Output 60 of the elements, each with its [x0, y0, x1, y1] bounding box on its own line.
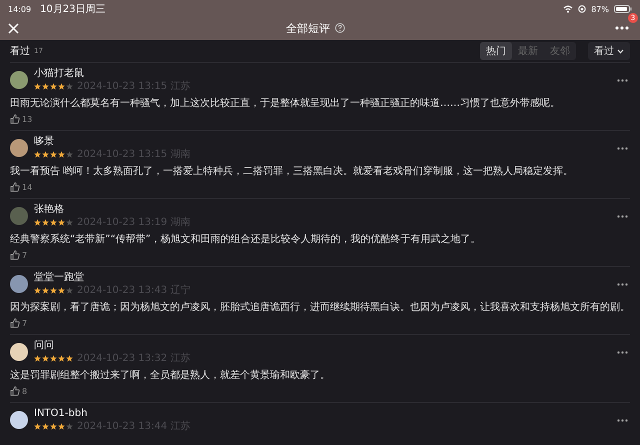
comment-more-button[interactable] — [615, 348, 630, 356]
comment-more-button[interactable] — [615, 144, 630, 152]
avatar — [10, 343, 28, 361]
watched-label: 看过 — [10, 44, 30, 58]
like-count: 14 — [22, 182, 32, 192]
more-icon — [617, 214, 628, 218]
like-count: 13 — [22, 114, 32, 124]
comment-text: 经典警察系统“老带新”“传帮带”，杨旭文和田雨的组合还是比较令人期待的，我的优酷终于有用武之地了。 — [10, 233, 482, 246]
sort-tab[interactable]: 最新 — [512, 42, 544, 60]
status-date: 10月23日周三 — [40, 3, 106, 16]
comment-text: 因为探案剧，看了唐诡；因为杨旭文的卢凌风，胚胎式追唐诡西行，进而继续期待黑白诀。也因为卢凌风，让我喜欢和支持杨旭文所有的剧。 — [10, 301, 630, 314]
more-icon — [617, 282, 628, 286]
comment-text: 我一看预告 哟呵！太多熟面孔了，一搭爱上特种兵，二搭罚罪，三搭黑白决。就爱看老戏骨们穿制服，这一把熟人局稳定发挥。 — [10, 165, 574, 178]
user-name: INTO1-bbh — [34, 408, 88, 420]
thumbs-up-icon — [10, 182, 20, 192]
thumbs-up-icon — [10, 386, 20, 396]
comment-more-button[interactable] — [615, 416, 630, 424]
user-name: 问问 — [34, 340, 55, 352]
user-name: 小猫打老鼠 — [34, 68, 85, 80]
comment-more-button[interactable] — [615, 280, 630, 288]
avatar — [10, 275, 28, 293]
like-button[interactable]: 14 — [10, 182, 32, 192]
like-button[interactable]: 8 — [10, 386, 28, 396]
sort-tab[interactable]: 友邻 — [544, 42, 576, 60]
like-count: 7 — [22, 250, 28, 260]
more-icon — [617, 78, 628, 82]
thumbs-up-icon — [10, 114, 20, 124]
comment-text: 田雨无论演什么都莫名有一种骚气，加上这次比较正直，于是整体就呈现出了一种骚正骚正的味道……习惯了也意外带感呢。 — [10, 97, 561, 110]
status-time: 14:09 — [8, 4, 32, 14]
like-count: 8 — [22, 386, 28, 396]
user-name: 哆景 — [34, 136, 55, 148]
avatar — [10, 139, 28, 157]
user-name: 张艳格 — [34, 204, 65, 216]
caret-icon — [617, 48, 624, 54]
help-icon — [335, 23, 345, 33]
battery-percent: 87% — [591, 4, 609, 14]
close-button[interactable] — [8, 22, 19, 34]
battery-icon — [614, 5, 632, 13]
page-title: 全部短评 — [286, 20, 330, 36]
avatar — [10, 71, 28, 89]
comment-text: 这是罚罪剧组整个搬过来了啊，全员都是熟人，就差个黄景瑜和欧豪了。 — [10, 369, 331, 382]
sort-tab[interactable]: 热门 — [480, 42, 512, 60]
thumbs-up-icon — [10, 318, 20, 328]
comment-more-button[interactable] — [615, 76, 630, 84]
more-icon — [617, 146, 628, 150]
avatar — [10, 207, 28, 225]
like-count: 7 — [22, 318, 28, 328]
filter-dropdown[interactable]: 看过 — [588, 42, 630, 60]
more-icon — [617, 418, 628, 422]
avatar — [10, 411, 28, 429]
user-name: 堂堂一跑堂 — [34, 272, 85, 284]
close-icon — [8, 22, 19, 34]
more-icon — [615, 26, 629, 30]
like-button[interactable]: 7 — [10, 318, 28, 328]
wifi-icon — [563, 5, 574, 13]
comment-more-button[interactable] — [615, 212, 630, 220]
like-button[interactable]: 7 — [10, 250, 28, 260]
thumbs-up-icon — [10, 250, 20, 260]
more-icon — [617, 350, 628, 354]
like-button[interactable]: 13 — [10, 114, 32, 124]
